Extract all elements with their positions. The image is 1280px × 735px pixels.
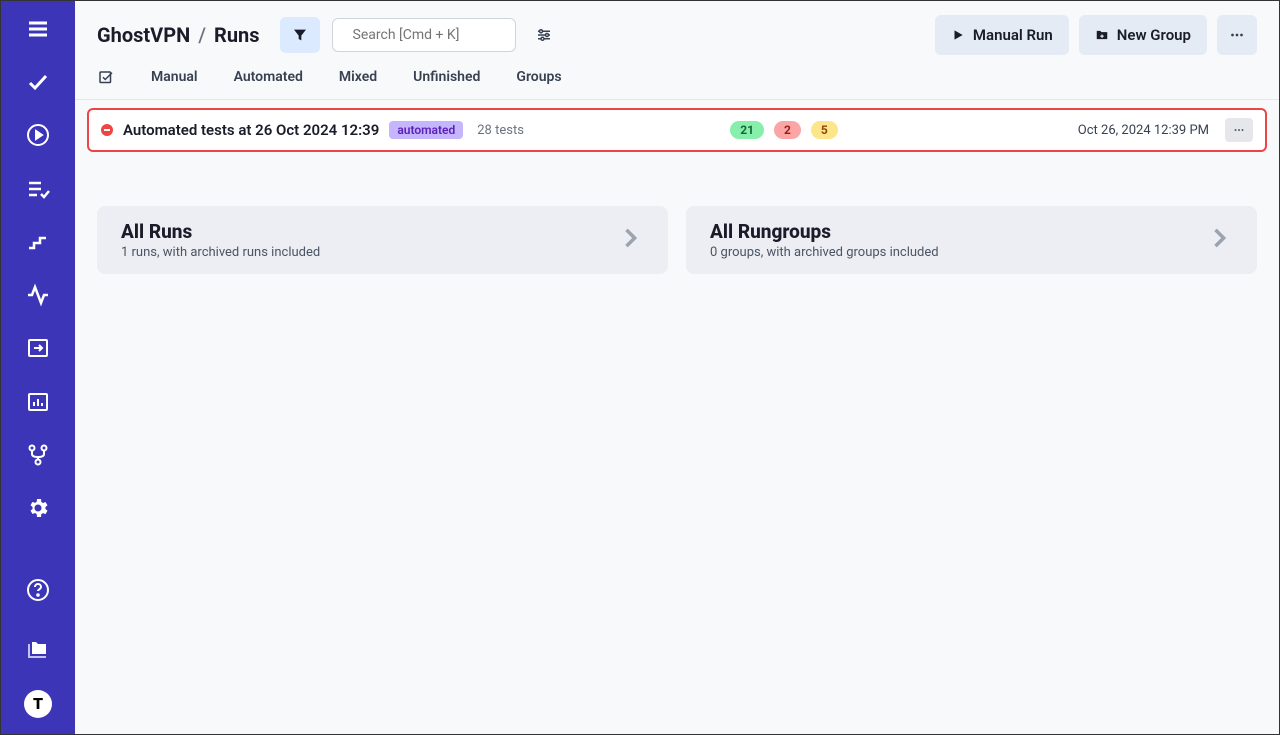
select-all-icon[interactable] bbox=[97, 69, 115, 87]
check-icon[interactable] bbox=[16, 68, 60, 95]
header: GhostVPN / Runs Manual Run New Group bbox=[75, 1, 1279, 69]
run-date: Oct 26, 2024 12:39 PM bbox=[1078, 123, 1209, 138]
run-more-button[interactable] bbox=[1225, 118, 1253, 142]
fail-badge: 2 bbox=[774, 121, 801, 139]
breadcrumb: GhostVPN / Runs bbox=[97, 23, 260, 47]
manual-run-button[interactable]: Manual Run bbox=[935, 15, 1069, 55]
breadcrumb-separator: / bbox=[198, 23, 206, 47]
tab-unfinished[interactable]: Unfinished bbox=[413, 69, 480, 87]
folders-icon[interactable] bbox=[16, 632, 60, 664]
all-runs-card[interactable]: All Runs 1 runs, with archived runs incl… bbox=[97, 206, 668, 274]
run-row[interactable]: Automated tests at 26 Oct 2024 12:39 aut… bbox=[87, 108, 1267, 152]
branch-icon[interactable] bbox=[16, 441, 60, 468]
all-rungroups-subtitle: 0 groups, with archived groups included bbox=[710, 245, 939, 260]
tabs: Manual Automated Mixed Unfinished Groups bbox=[75, 69, 1279, 100]
search-box[interactable] bbox=[332, 18, 516, 52]
activity-icon[interactable] bbox=[16, 281, 60, 308]
stairs-icon[interactable] bbox=[16, 228, 60, 255]
breadcrumb-project[interactable]: GhostVPN bbox=[97, 23, 190, 47]
tab-automated[interactable]: Automated bbox=[234, 69, 303, 87]
chevron-right-icon bbox=[616, 224, 644, 256]
all-runs-subtitle: 1 runs, with archived runs included bbox=[121, 245, 320, 260]
new-group-label: New Group bbox=[1117, 26, 1191, 44]
all-rungroups-card[interactable]: All Rungroups 0 groups, with archived gr… bbox=[686, 206, 1257, 274]
main-area: GhostVPN / Runs Manual Run New Group bbox=[75, 1, 1279, 734]
breadcrumb-page: Runs bbox=[214, 23, 260, 47]
filter-button[interactable] bbox=[280, 17, 320, 53]
automated-tag: automated bbox=[389, 121, 463, 139]
manual-run-label: Manual Run bbox=[973, 26, 1053, 44]
chevron-right-icon bbox=[1205, 224, 1233, 256]
hamburger-icon[interactable] bbox=[16, 15, 60, 42]
tab-mixed[interactable]: Mixed bbox=[339, 69, 377, 87]
gear-icon[interactable] bbox=[16, 495, 60, 522]
app-logo[interactable]: T bbox=[24, 690, 52, 718]
all-runs-title: All Runs bbox=[121, 220, 320, 243]
play-circle-icon[interactable] bbox=[16, 122, 60, 149]
new-group-button[interactable]: New Group bbox=[1079, 15, 1207, 55]
tab-groups[interactable]: Groups bbox=[516, 69, 561, 87]
search-input[interactable] bbox=[353, 27, 531, 43]
header-more-button[interactable] bbox=[1217, 15, 1257, 55]
sliders-button[interactable] bbox=[528, 19, 560, 51]
status-fail-icon bbox=[101, 124, 113, 136]
run-title: Automated tests at 26 Oct 2024 12:39 bbox=[123, 121, 379, 139]
play-icon bbox=[951, 28, 965, 42]
import-icon[interactable] bbox=[16, 335, 60, 362]
tests-count: 28 tests bbox=[477, 123, 524, 138]
playlist-check-icon[interactable] bbox=[16, 175, 60, 202]
tab-manual[interactable]: Manual bbox=[151, 69, 198, 87]
chart-icon[interactable] bbox=[16, 388, 60, 415]
folder-plus-icon bbox=[1095, 28, 1109, 42]
pass-badge: 21 bbox=[730, 121, 764, 139]
summary-cards: All Runs 1 runs, with archived runs incl… bbox=[75, 152, 1279, 274]
help-icon[interactable] bbox=[16, 574, 60, 606]
sidebar: T bbox=[1, 1, 75, 734]
skip-badge: 5 bbox=[811, 121, 838, 139]
all-rungroups-title: All Rungroups bbox=[710, 220, 939, 243]
